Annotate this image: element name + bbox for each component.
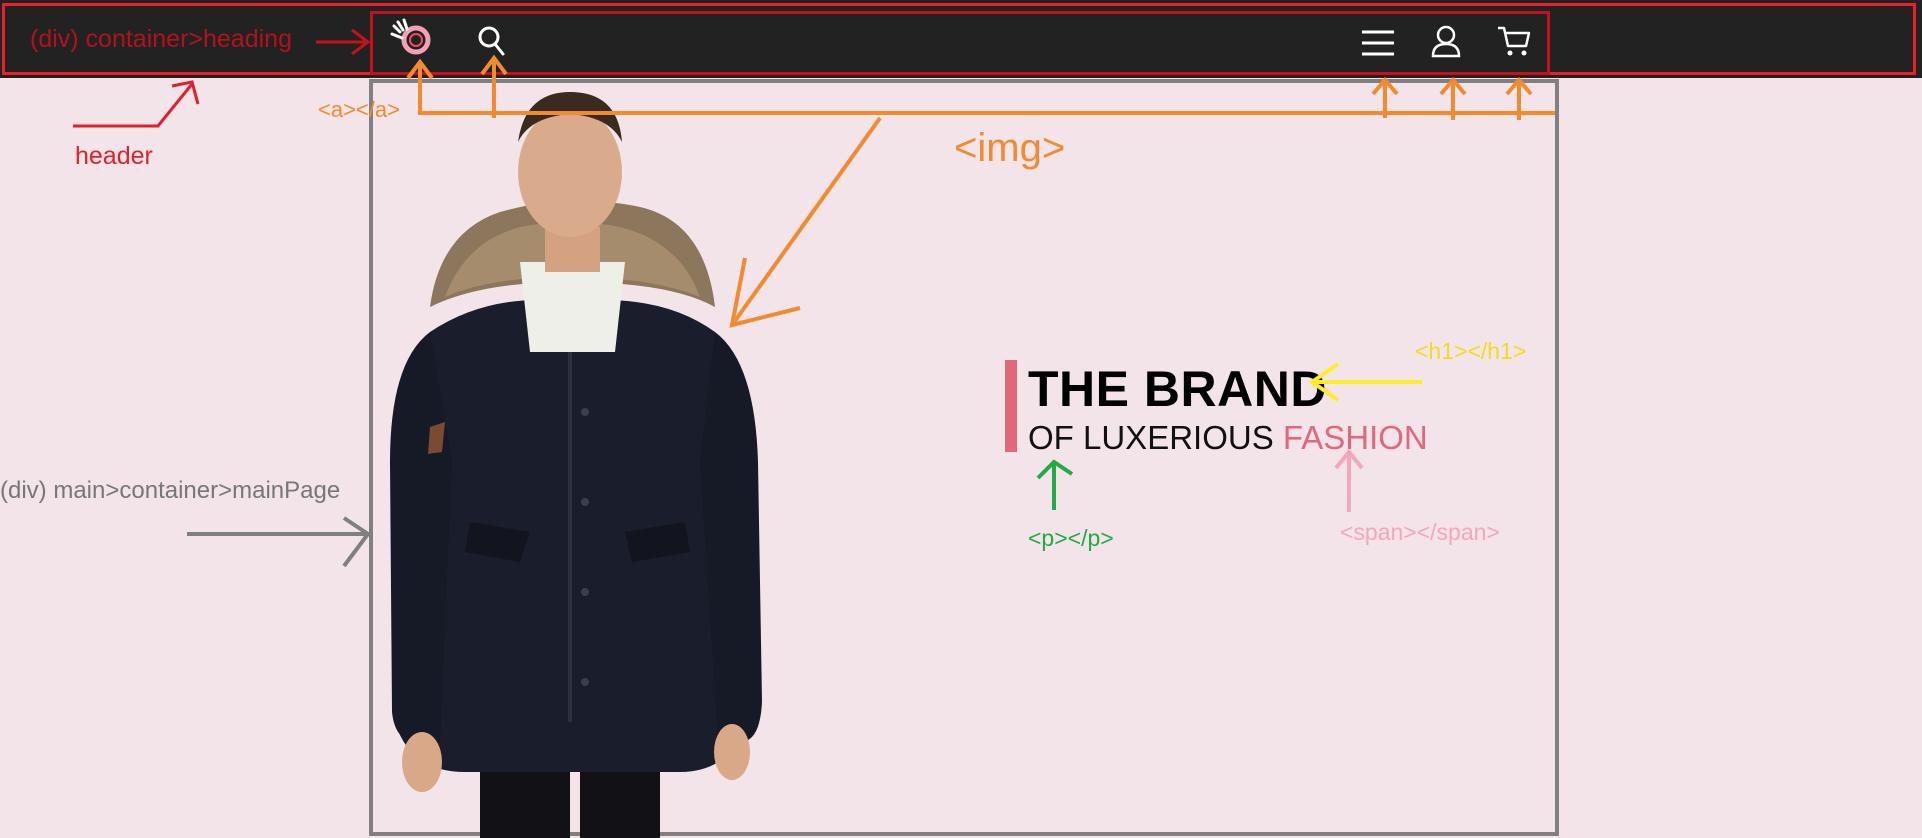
- brand-accent-bar: [1005, 360, 1017, 452]
- annotation-anchor-label: <a></a>: [318, 97, 400, 122]
- annotation-header-label: header: [75, 142, 153, 170]
- main-container-arrow: [187, 516, 371, 568]
- annotation-main-container-label: (div) main>container>mainPage: [0, 477, 341, 504]
- annotation-h1-label: <h1></h1>: [1415, 338, 1527, 364]
- annotation-img-label: <img>: [954, 126, 1066, 170]
- brand-subtitle: OF LUXERIOUS FASHION: [1028, 419, 1428, 457]
- annotation-p-label: <p></p>: [1028, 525, 1114, 551]
- hero-image: [390, 92, 762, 838]
- annotation-heading-container-label: (div) container>heading: [30, 25, 292, 53]
- annotation-span-label: <span></span>: [1340, 519, 1500, 545]
- header-arrow: [73, 80, 200, 128]
- brand-subtitle-accent: FASHION: [1282, 419, 1428, 456]
- brand-subtitle-prefix: OF LUXERIOUS: [1028, 419, 1283, 456]
- heading-container-annotation-box: [370, 11, 1550, 75]
- brand-title: THE BRAND: [1028, 361, 1327, 417]
